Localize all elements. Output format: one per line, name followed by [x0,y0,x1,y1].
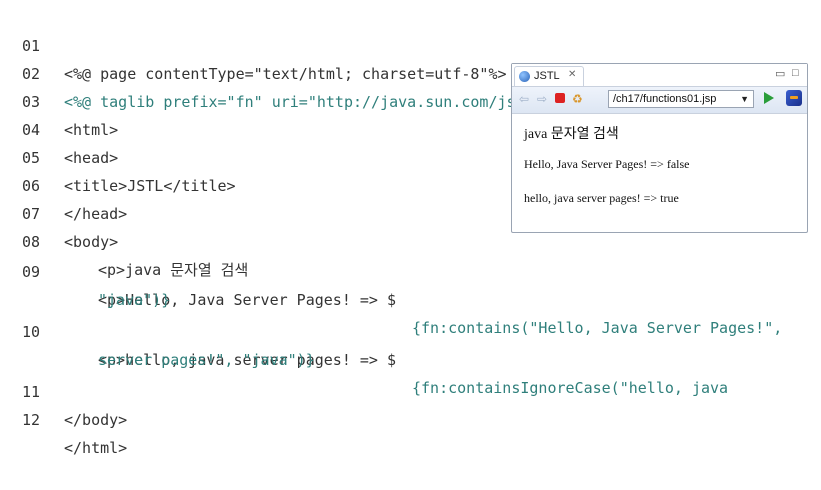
code-text: <head> [64,149,119,167]
code-line: 12 </html> [0,378,127,457]
minimize-icon[interactable]: ▭ [775,67,785,80]
code-line: 10 <p>hello, java server pages! => $ {fn… [0,290,728,397]
code-line: 05 <title>JSTL</title> [0,116,236,195]
code-text-expression: "java")} [98,291,171,309]
output-line: hello, java server pages! => true [524,191,679,205]
line-number: 12 [22,411,41,429]
code-text: <%@ page contentType="text/html; charset… [64,65,507,83]
stop-icon[interactable] [555,93,565,103]
code-text: <p>java 문자열 검색 [98,261,249,279]
forward-arrow-icon[interactable]: ⇨ [537,92,547,106]
code-line: 06 </head> [0,144,127,223]
tab-jstl[interactable]: JSTL ✕ [514,66,584,87]
code-line: 08 <p>java 문자열 검색 [0,200,248,279]
code-line: 09 <p>Hello, Java Server Pages! => $ {fn… [0,230,782,337]
code-line: 02 <%@ taglib prefix="fn" uri="http://ja… [0,32,687,111]
output-line: Hello, Java Server Pages! => false [524,157,690,171]
code-line: 11 </body> [0,350,127,429]
code-text: </html> [64,439,128,457]
code-line: 04 <head> [0,88,118,167]
code-text-expression: {fn:containsIgnoreCase("hello, java [412,379,729,397]
tab-label: JSTL [534,70,560,82]
url-input[interactable]: /ch17/functions01.jsp ▼ [608,90,754,108]
globe-icon [519,71,530,82]
code-text: </head> [64,205,128,223]
code-line-continued: "java")} [0,258,170,309]
output-line: java 문자열 검색 [524,127,619,142]
maximize-icon[interactable]: □ [792,67,799,79]
code-text-expression: {fn:contains("Hello, Java Server Pages!"… [412,319,783,337]
back-arrow-icon[interactable]: ⇦ [519,92,529,106]
code-text: <html> [64,121,119,139]
tab-bar: JSTL ✕ ▭ □ [512,64,807,87]
refresh-icon[interactable]: ♻ [572,92,583,106]
code-line-continued: server pages!", "java")} [0,318,315,369]
browser-window: JSTL ✕ ▭ □ ⇦ ⇨ ♻ /ch17/functions01.jsp ▼… [511,63,808,233]
code-text: </body> [64,411,128,429]
code-text: <body> [64,233,119,251]
code-line: 07 <body> [0,172,118,251]
eclipse-icon[interactable] [786,90,802,106]
chevron-down-icon[interactable]: ▼ [740,91,749,107]
code-line: 01 <%@ page contentType="text/html; char… [0,4,507,83]
code-line: 03 <html> [0,60,118,139]
go-icon[interactable] [764,92,774,104]
close-icon[interactable]: ✕ [568,69,576,80]
browser-toolbar: ⇦ ⇨ ♻ /ch17/functions01.jsp ▼ [512,86,807,114]
code-text: <title>JSTL</title> [64,177,236,195]
url-text: /ch17/functions01.jsp [613,93,717,105]
code-text-expression: server pages!", "java")} [98,351,315,369]
